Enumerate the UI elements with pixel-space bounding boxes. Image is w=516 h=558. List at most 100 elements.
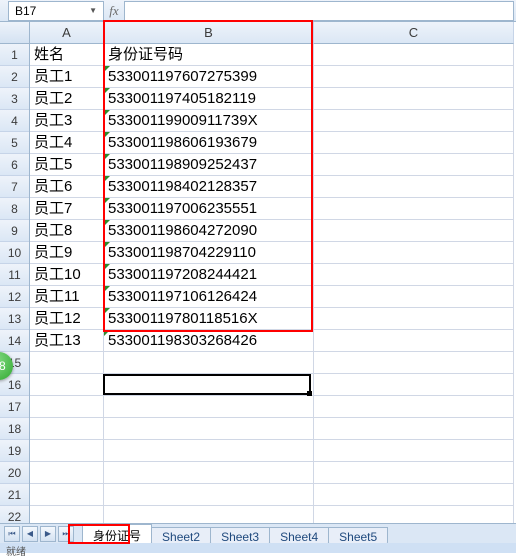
cell[interactable]	[104, 352, 314, 374]
cell[interactable]	[314, 396, 514, 418]
cell[interactable]: 533001198909252437	[104, 154, 314, 176]
cell[interactable]	[314, 440, 514, 462]
formula-input[interactable]	[124, 1, 514, 21]
cell[interactable]: 533001198303268426	[104, 330, 314, 352]
row-header[interactable]: 7	[0, 176, 29, 198]
cell[interactable]: 53300119780118516X	[104, 308, 314, 330]
cell[interactable]	[314, 330, 514, 352]
column-header-B[interactable]: B	[104, 22, 314, 44]
row-header[interactable]: 19	[0, 440, 29, 462]
cell[interactable]	[314, 462, 514, 484]
cell[interactable]	[104, 396, 314, 418]
row-header[interactable]: 6	[0, 154, 29, 176]
row-header[interactable]: 13	[0, 308, 29, 330]
cell[interactable]	[314, 286, 514, 308]
column-header-A[interactable]: A	[30, 22, 104, 44]
row-header[interactable]: 4	[0, 110, 29, 132]
cell[interactable]: 员工13	[30, 330, 104, 352]
row-header[interactable]: 18	[0, 418, 29, 440]
table-row: 员工6533001198402128357	[30, 176, 516, 198]
cell[interactable]	[104, 418, 314, 440]
cell[interactable]: 员工11	[30, 286, 104, 308]
cell[interactable]	[314, 352, 514, 374]
row-header[interactable]: 8	[0, 198, 29, 220]
cell[interactable]	[30, 374, 104, 396]
cell[interactable]: 533001198606193679	[104, 132, 314, 154]
tab-next-button[interactable]: ▶	[40, 526, 56, 542]
row-header[interactable]: 5	[0, 132, 29, 154]
table-row	[30, 374, 516, 396]
cell[interactable]: 533001198402128357	[104, 176, 314, 198]
cell[interactable]: 员工9	[30, 242, 104, 264]
cell[interactable]	[104, 484, 314, 506]
cell[interactable]: 员工4	[30, 132, 104, 154]
name-box[interactable]: B17 ▼	[8, 1, 104, 21]
row-header[interactable]: 20	[0, 462, 29, 484]
cell[interactable]	[314, 374, 514, 396]
tab-first-button[interactable]: ⏮	[4, 526, 20, 542]
cell[interactable]: 姓名	[30, 44, 104, 66]
cell[interactable]	[314, 176, 514, 198]
row-header[interactable]: 1	[0, 44, 29, 66]
cell[interactable]: 533001197006235551	[104, 198, 314, 220]
cell[interactable]	[30, 352, 104, 374]
cell[interactable]: 533001198604272090	[104, 220, 314, 242]
cell[interactable]: 533001197607275399	[104, 66, 314, 88]
cell[interactable]	[104, 462, 314, 484]
cell[interactable]	[30, 418, 104, 440]
cell[interactable]	[314, 242, 514, 264]
cell[interactable]: 员工2	[30, 88, 104, 110]
cell[interactable]	[314, 264, 514, 286]
cell[interactable]: 533001197405182119	[104, 88, 314, 110]
cell[interactable]: 533001198704229110	[104, 242, 314, 264]
cell[interactable]: 员工12	[30, 308, 104, 330]
row-header[interactable]: 3	[0, 88, 29, 110]
fx-icon[interactable]: fx	[104, 3, 124, 19]
cell[interactable]	[314, 308, 514, 330]
cell[interactable]	[314, 418, 514, 440]
row-header[interactable]: 10	[0, 242, 29, 264]
cell[interactable]: 员工10	[30, 264, 104, 286]
cell[interactable]: 员工1	[30, 66, 104, 88]
text-stored-as-number-icon	[104, 154, 110, 160]
row-header[interactable]: 21	[0, 484, 29, 506]
cells-area[interactable]: 姓名身份证号码员工1533001197607275399员工2533001197…	[30, 44, 516, 528]
cell[interactable]	[30, 484, 104, 506]
cell[interactable]: 533001197106126424	[104, 286, 314, 308]
cell[interactable]	[314, 198, 514, 220]
tab-prev-button[interactable]: ◀	[22, 526, 38, 542]
cell[interactable]	[30, 440, 104, 462]
cell[interactable]	[314, 88, 514, 110]
cell[interactable]	[314, 132, 514, 154]
name-box-dropdown-icon[interactable]: ▼	[89, 6, 97, 15]
row-header[interactable]: 2	[0, 66, 29, 88]
cell[interactable]	[104, 374, 314, 396]
cell[interactable]	[314, 44, 514, 66]
column-header-C[interactable]: C	[314, 22, 514, 44]
row-header[interactable]: 14	[0, 330, 29, 352]
cell[interactable]	[314, 66, 514, 88]
cell[interactable]	[30, 396, 104, 418]
row-header[interactable]: 12	[0, 286, 29, 308]
row-header[interactable]: 9	[0, 220, 29, 242]
cell[interactable]: 员工8	[30, 220, 104, 242]
table-row: 员工2533001197405182119	[30, 88, 516, 110]
cell[interactable]: 员工7	[30, 198, 104, 220]
cell[interactable]: 身份证号码	[104, 44, 314, 66]
table-row	[30, 484, 516, 506]
select-all-corner[interactable]	[0, 22, 29, 44]
cell[interactable]	[30, 462, 104, 484]
cell[interactable]	[314, 484, 514, 506]
cell[interactable]: 53300119900911739X	[104, 110, 314, 132]
cell[interactable]	[104, 440, 314, 462]
cell[interactable]	[314, 220, 514, 242]
row-header[interactable]: 17	[0, 396, 29, 418]
row-header[interactable]: 11	[0, 264, 29, 286]
cell[interactable]: 员工3	[30, 110, 104, 132]
cell[interactable]	[314, 110, 514, 132]
tab-last-button[interactable]: ⏭	[58, 526, 74, 542]
cell[interactable]: 533001197208244421	[104, 264, 314, 286]
cell[interactable]	[314, 154, 514, 176]
cell[interactable]: 员工6	[30, 176, 104, 198]
cell[interactable]: 员工5	[30, 154, 104, 176]
